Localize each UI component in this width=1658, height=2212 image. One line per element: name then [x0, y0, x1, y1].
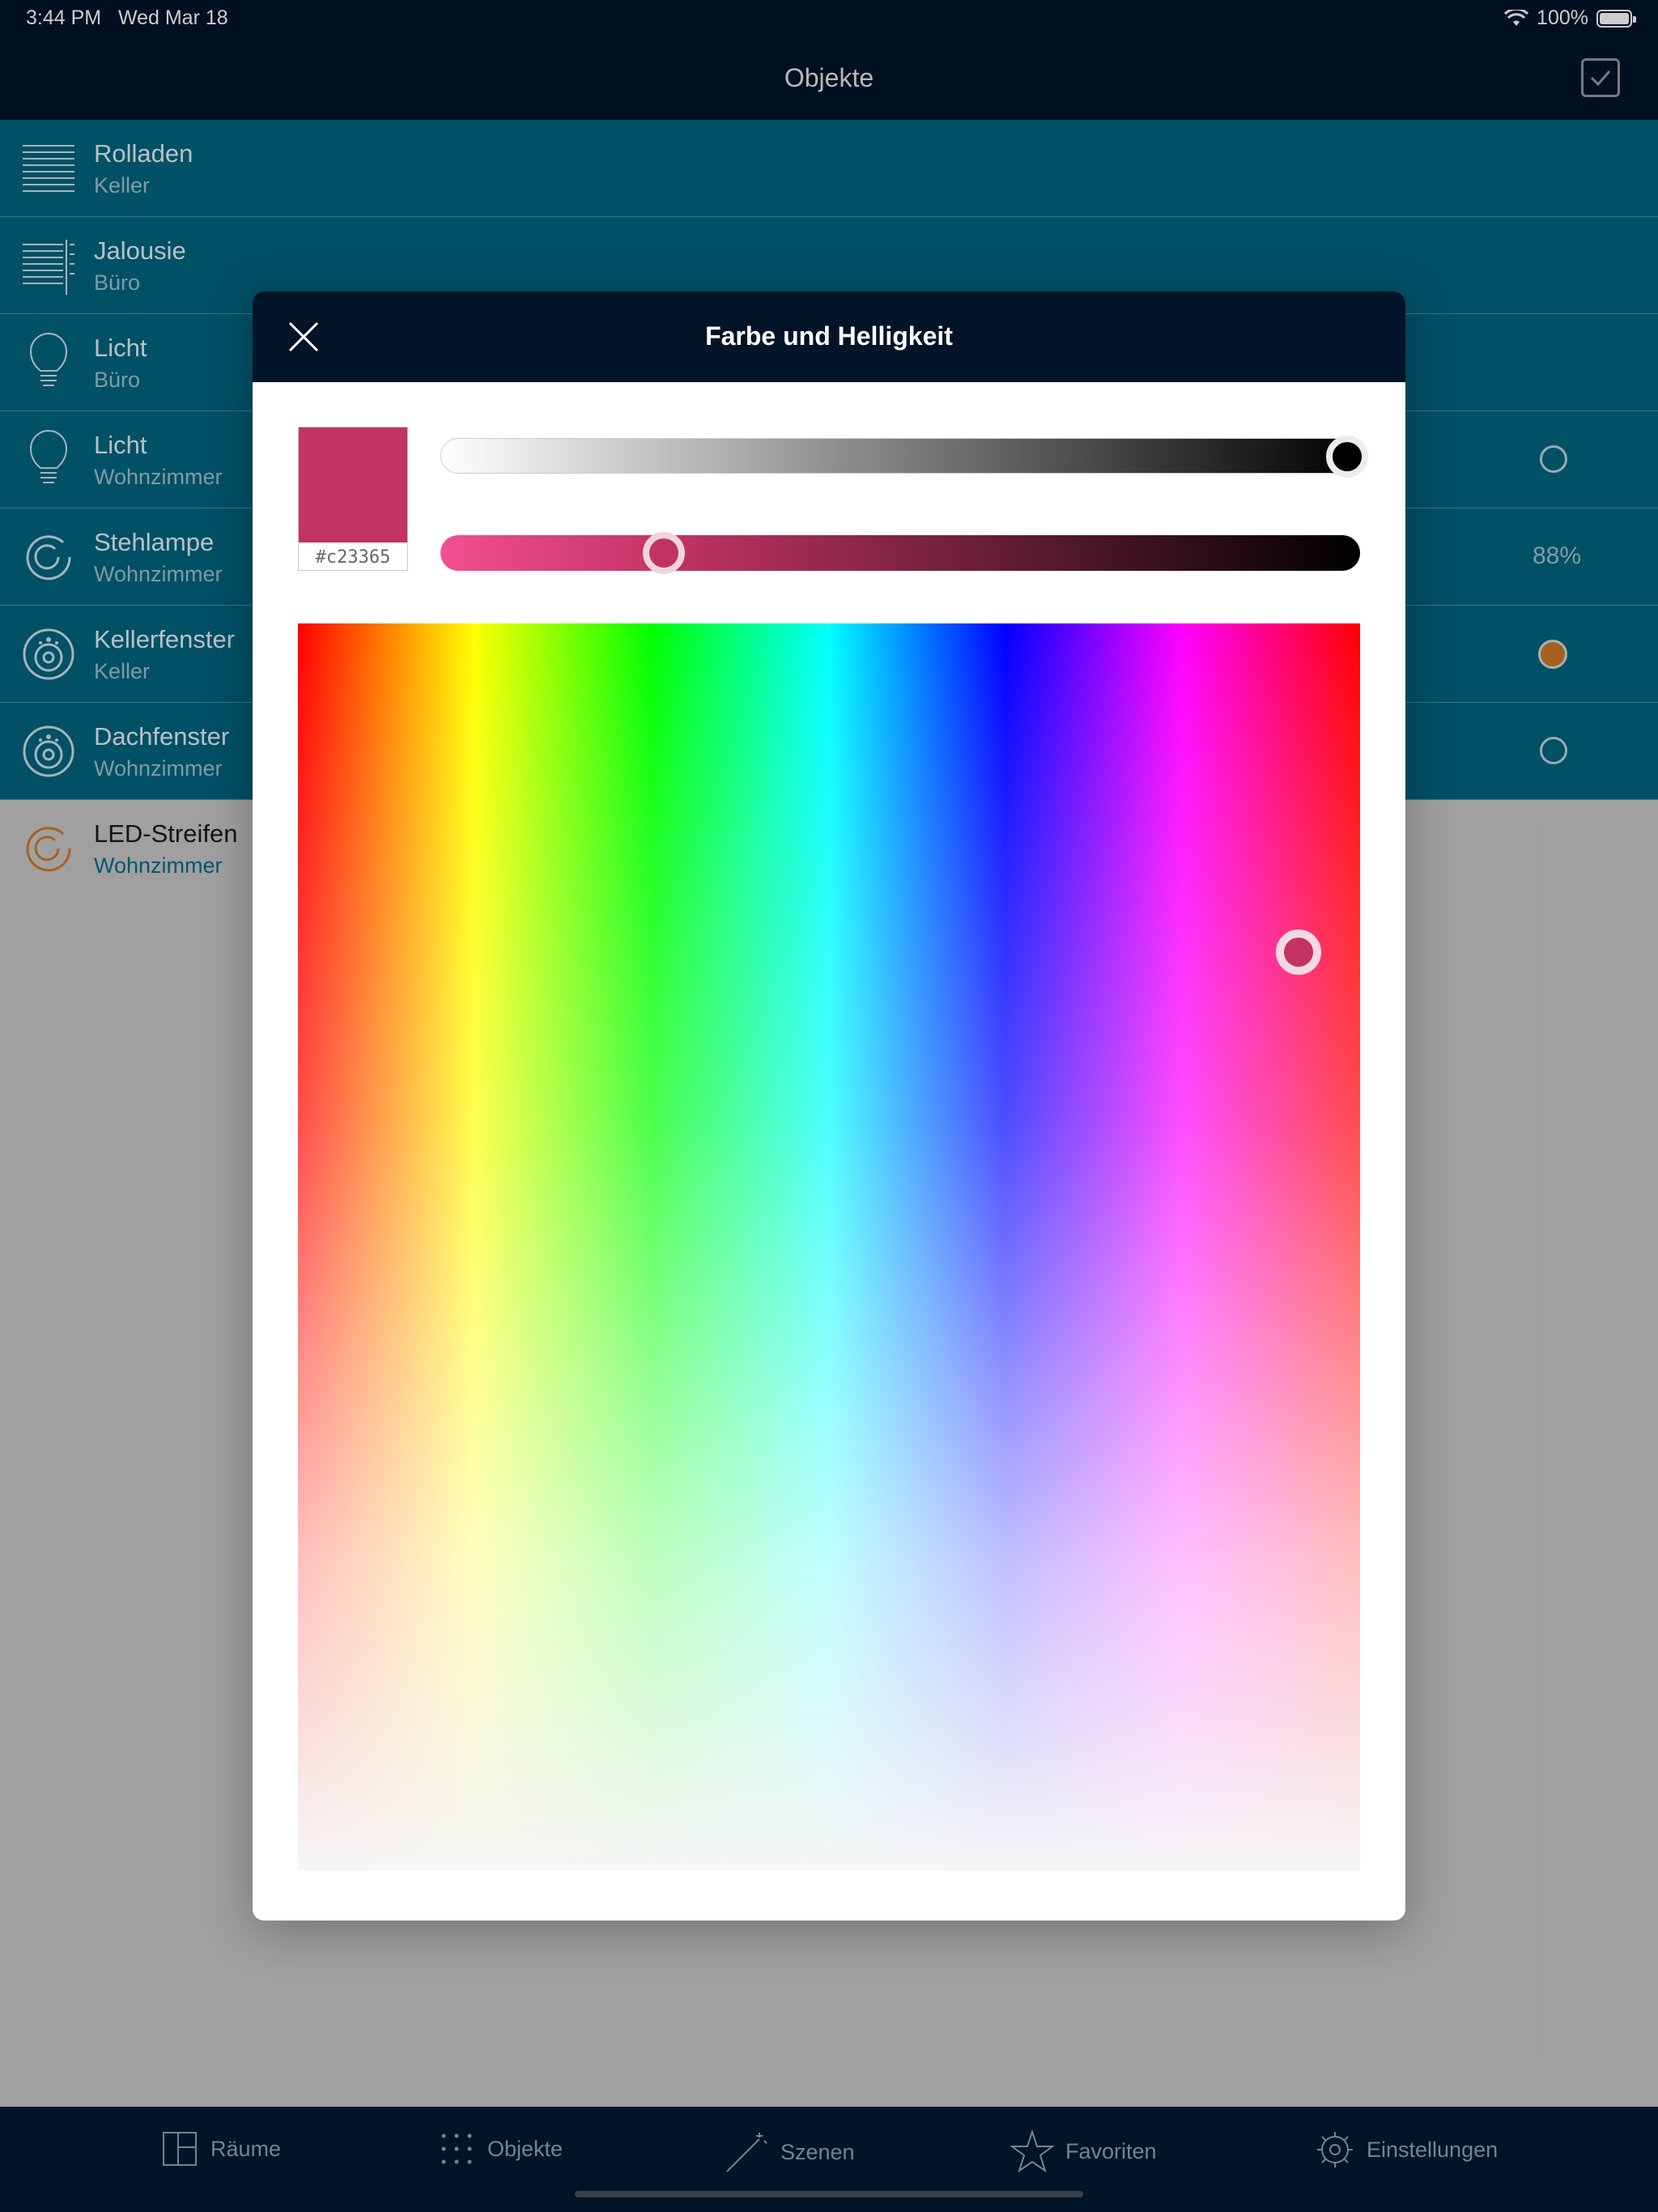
battery-icon — [1596, 9, 1636, 28]
color-picker-handle[interactable] — [1276, 929, 1321, 975]
navigation-bar: Objekte — [0, 39, 1658, 120]
item-name: Rolladen — [94, 139, 193, 168]
item-room: Wohnzimmer — [94, 562, 223, 586]
list-item[interactable]: Rolladen Keller — [0, 120, 1658, 217]
blinds-icon — [23, 240, 74, 295]
color-brightness-dialog: Farbe und Helligkeit #c23365 — [253, 291, 1405, 1921]
checkmark-icon — [1590, 70, 1611, 87]
tab-raeume[interactable]: Räume — [160, 2129, 281, 2168]
item-room: Keller — [94, 659, 151, 683]
magic-wand-icon — [726, 2133, 767, 2172]
tab-label: Objekte — [487, 2136, 563, 2161]
star-icon — [1010, 2129, 1054, 2173]
dialog-title: Farbe und Helligkeit — [705, 321, 953, 351]
dialog-header: Farbe und Helligkeit — [253, 291, 1405, 382]
battery-percent: 100% — [1537, 6, 1588, 29]
item-room: Keller — [94, 173, 151, 198]
tab-szenen[interactable]: Szenen — [724, 2129, 855, 2175]
dimmer-value[interactable]: 88% — [1533, 542, 1581, 570]
tab-objekte[interactable]: Objekte — [437, 2129, 563, 2168]
edit-checkbox-button[interactable] — [1581, 58, 1620, 97]
rooms-icon — [163, 2132, 197, 2166]
home-indicator[interactable] — [575, 2191, 1083, 2197]
color-swatch: #c23365 — [298, 427, 408, 571]
item-name: Stehlampe — [94, 528, 215, 556]
tab-label: Favoriten — [1065, 2138, 1157, 2163]
item-name: Jalousie — [94, 236, 186, 265]
tab-label: Einstellungen — [1367, 2137, 1499, 2162]
status-right: 100% — [1504, 6, 1636, 30]
item-name: Kellerfenster — [94, 625, 236, 653]
item-name: Licht — [94, 334, 147, 362]
item-name: LED-Streifen — [94, 819, 238, 848]
objects-grid-icon — [441, 2133, 472, 2164]
color-preview — [299, 428, 407, 542]
shade-slider-handle[interactable] — [643, 532, 685, 574]
item-name: Licht — [94, 431, 147, 459]
gear-icon — [1317, 2132, 1353, 2167]
tab-label: Szenen — [780, 2139, 855, 2164]
page-title: Objekte — [784, 63, 874, 92]
item-room: Wohnzimmer — [94, 853, 223, 878]
item-name: Dachfenster — [94, 722, 230, 751]
status-time: 3:44 PM Wed Mar 18 — [26, 6, 228, 29]
tab-favoriten[interactable]: Favoriten — [1010, 2129, 1157, 2173]
status-bar: 3:44 PM Wed Mar 18 100% — [0, 0, 1658, 39]
bulb-icon — [29, 333, 68, 386]
dimmer-icon — [26, 535, 71, 581]
brightness-slider-handle[interactable] — [1326, 436, 1368, 478]
on-state-indicator[interactable] — [1538, 640, 1567, 669]
brightness-slider[interactable] — [440, 438, 1360, 474]
shade-slider[interactable] — [440, 535, 1360, 571]
tab-einstellungen[interactable]: Einstellungen — [1315, 2129, 1498, 2170]
off-state-indicator[interactable] — [1540, 737, 1567, 764]
led-strip-icon — [26, 827, 71, 872]
off-state-indicator[interactable] — [1540, 445, 1567, 473]
window-contact-icon — [23, 725, 74, 777]
bulb-icon — [29, 430, 68, 483]
window-contact-icon — [23, 628, 74, 680]
item-room: Wohnzimmer — [94, 756, 223, 781]
hex-value: #c23365 — [315, 547, 391, 568]
tab-label: Räume — [210, 2136, 282, 2161]
wifi-icon — [1504, 9, 1529, 26]
item-room: Büro — [94, 368, 141, 392]
item-room: Wohnzimmer — [94, 465, 223, 489]
color-spectrum[interactable] — [298, 623, 1360, 1870]
item-room: Büro — [94, 270, 141, 295]
roller-shutter-icon — [23, 145, 74, 192]
